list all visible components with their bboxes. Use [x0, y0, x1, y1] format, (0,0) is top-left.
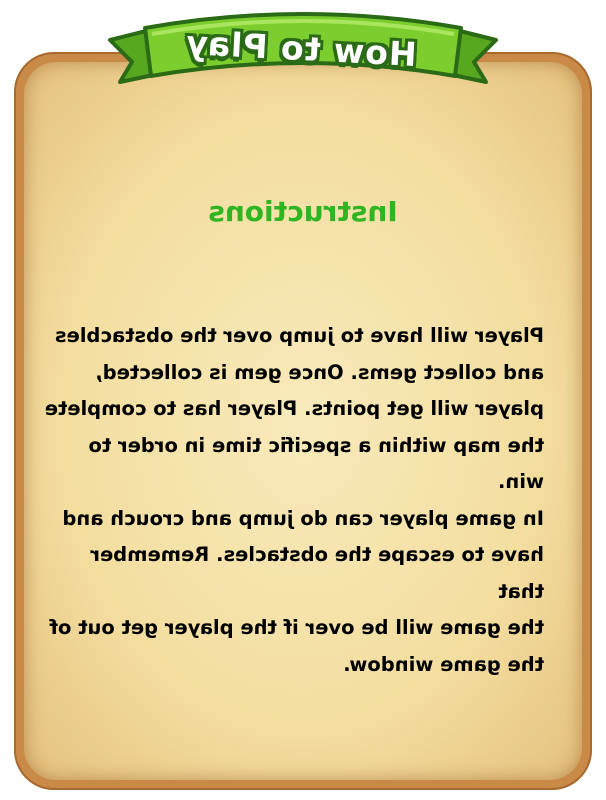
how-to-play-screen: How to Play Instructions Player will hav… — [0, 0, 606, 800]
instructions-heading: Instructions — [208, 195, 398, 228]
instructions-text: Player will have to jump over the obstac… — [44, 324, 544, 676]
